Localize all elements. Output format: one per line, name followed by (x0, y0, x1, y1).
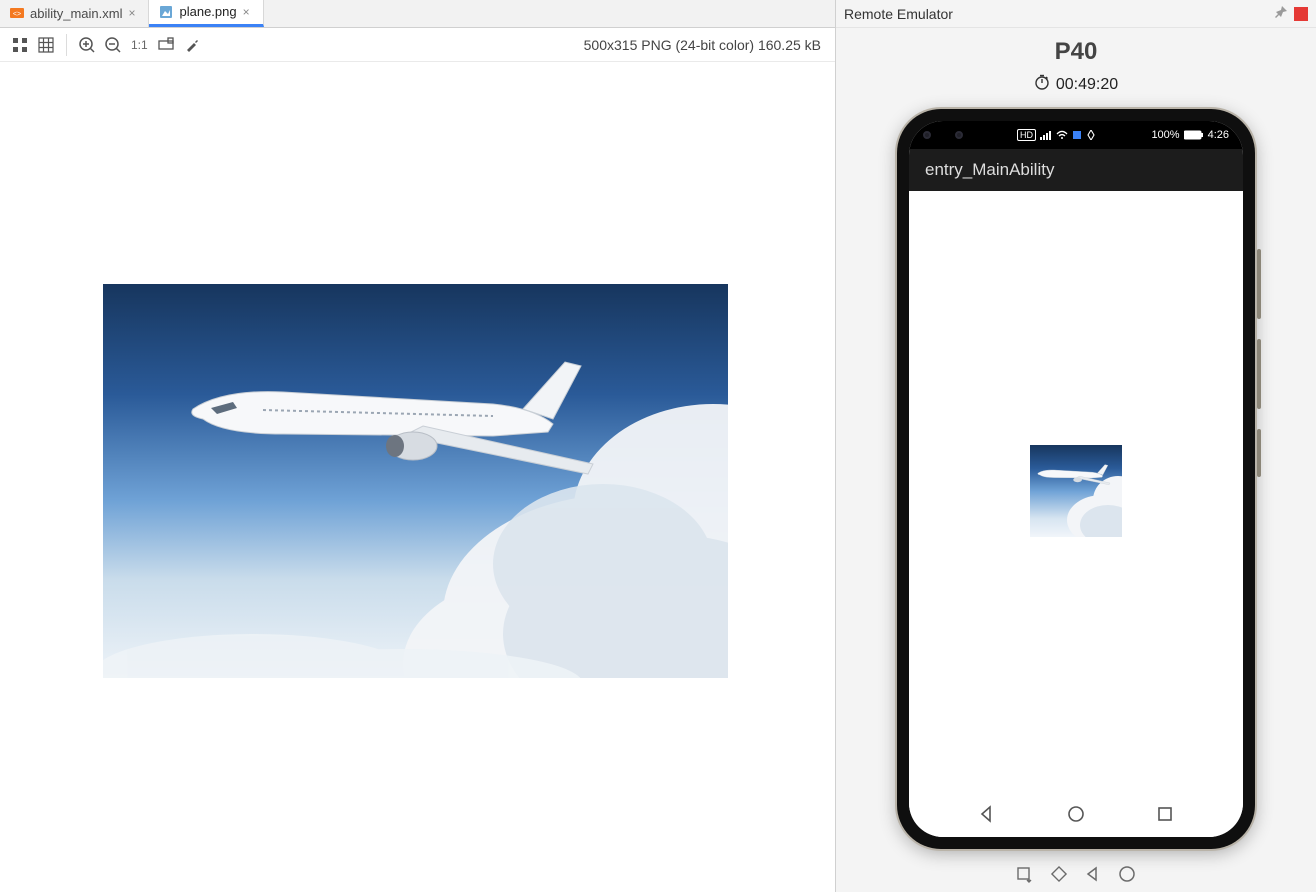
show-bounds-button[interactable] (154, 33, 178, 57)
toolbar-divider (66, 34, 67, 56)
grid-button[interactable] (34, 33, 58, 57)
back-button[interactable] (1083, 864, 1103, 884)
screenshot-button[interactable] (1015, 864, 1035, 884)
color-picker-button[interactable] (180, 33, 204, 57)
phone-screen[interactable]: HD 100% 4:26 entry_MainAbility (909, 121, 1243, 837)
nav-back-button[interactable] (976, 803, 998, 825)
camera-icon (923, 131, 931, 139)
wifi-icon (1056, 130, 1068, 140)
status-left: HD (923, 129, 1096, 141)
zoom-in-button[interactable] (75, 33, 99, 57)
svg-text:<>: <> (13, 11, 21, 18)
device-area: HD 100% 4:26 entry_MainAbility (836, 95, 1316, 856)
app-title: entry_MainAbility (925, 160, 1054, 180)
clock-text: 4:26 (1208, 129, 1229, 141)
emulator-header: Remote Emulator (836, 0, 1316, 28)
hd-icon: HD (1017, 129, 1036, 141)
home-button[interactable] (1117, 864, 1137, 884)
phone-status-bar: HD 100% 4:26 (909, 121, 1243, 149)
clock-icon (1034, 74, 1050, 95)
app-content (909, 191, 1243, 791)
image-toolbar: 1:1 500x315 PNG (24-bit color) 160.25 kB (0, 28, 835, 62)
stop-button[interactable] (1294, 7, 1308, 21)
one-to-one-button[interactable]: 1:1 (127, 33, 152, 57)
session-timer: 00:49:20 (836, 74, 1316, 95)
emulator-bottom-controls (836, 856, 1316, 892)
battery-icon (1184, 130, 1204, 140)
xml-file-icon: <> (10, 6, 24, 20)
camera-icon (955, 131, 963, 139)
tab-bar: <> ability_main.xml × plane.png × (0, 0, 835, 28)
volume-down-button[interactable] (1257, 339, 1261, 409)
emulator-title: Remote Emulator (844, 6, 953, 22)
emulator-panel: Remote Emulator P40 00:49:20 HD (836, 0, 1316, 892)
app-title-bar: entry_MainAbility (909, 149, 1243, 191)
nav-recent-button[interactable] (1154, 803, 1176, 825)
close-icon[interactable]: × (243, 6, 255, 18)
image-viewport[interactable] (0, 62, 835, 892)
tab-plane-png[interactable]: plane.png × (149, 0, 263, 27)
image-info-text: 500x315 PNG (24-bit color) 160.25 kB (584, 37, 827, 53)
phone-frame: HD 100% 4:26 entry_MainAbility (897, 109, 1255, 849)
tab-ability-main[interactable]: <> ability_main.xml × (0, 0, 149, 27)
zoom-out-button[interactable] (101, 33, 125, 57)
bluetooth-icon (1072, 130, 1082, 140)
one-to-one-label: 1:1 (131, 38, 148, 52)
phone-nav-bar (909, 791, 1243, 837)
tab-label: plane.png (179, 4, 236, 19)
rotate-button[interactable] (1049, 864, 1069, 884)
signal-icon (1040, 130, 1052, 140)
image-file-icon (159, 5, 173, 19)
status-right: 100% 4:26 (1151, 129, 1229, 141)
plane-image (103, 284, 728, 678)
location-icon (1086, 130, 1096, 140)
battery-text: 100% (1151, 129, 1179, 141)
device-name: P40 (836, 38, 1316, 66)
power-button[interactable] (1257, 429, 1261, 477)
timer-value: 00:49:20 (1056, 76, 1118, 94)
pin-icon[interactable] (1274, 5, 1288, 22)
tab-label: ability_main.xml (30, 6, 122, 21)
plane-thumbnail (1030, 445, 1122, 537)
fit-to-screen-button[interactable] (8, 33, 32, 57)
volume-up-button[interactable] (1257, 249, 1261, 319)
nav-home-button[interactable] (1065, 803, 1087, 825)
editor-panel: <> ability_main.xml × plane.png × 1:1 (0, 0, 836, 892)
close-icon[interactable]: × (128, 7, 140, 19)
